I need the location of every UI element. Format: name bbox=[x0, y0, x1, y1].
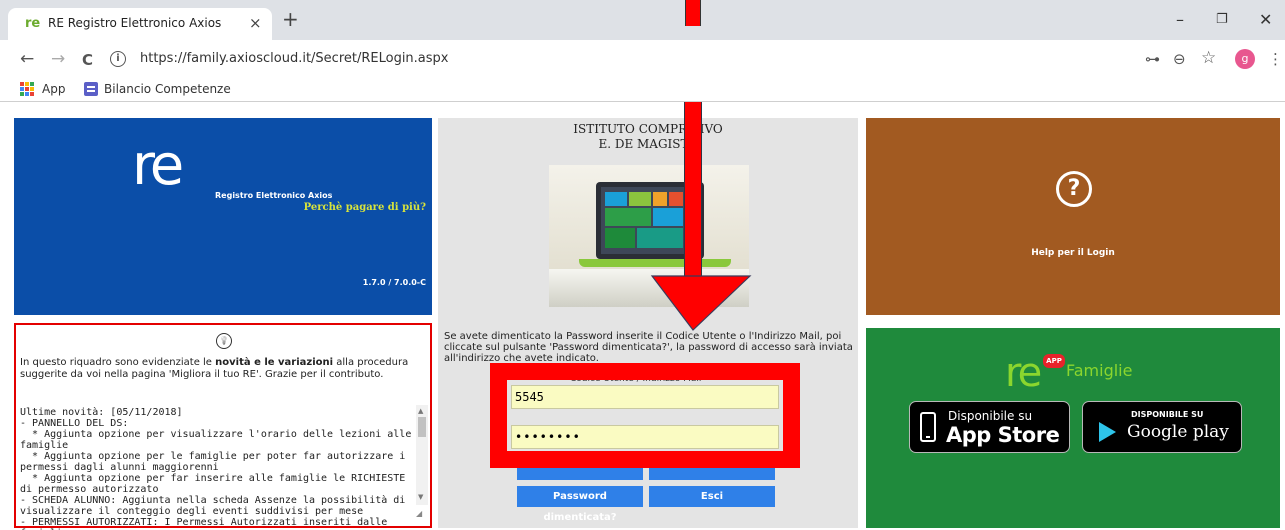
news-highlight: novità e le variazioni bbox=[215, 357, 334, 368]
scroll-thumb[interactable] bbox=[418, 417, 426, 437]
google-play-badge[interactable]: DISPONIBILE SU Google play bbox=[1082, 401, 1242, 453]
forgot-password-instructions: Se avete dimenticato la Password inserit… bbox=[444, 331, 853, 364]
help-login-panel[interactable]: ? Help per il Login bbox=[866, 118, 1280, 315]
re-subtitle: Registro Elettronico Axios bbox=[215, 191, 333, 200]
tab-title: RE Registro Elettronico Axios bbox=[48, 16, 222, 30]
tab-close-icon[interactable]: × bbox=[249, 14, 262, 32]
browser-tab[interactable]: re RE Registro Elettronico Axios × bbox=[8, 8, 272, 40]
minimize-icon[interactable]: – bbox=[1176, 10, 1184, 29]
profile-avatar[interactable]: g bbox=[1235, 49, 1255, 69]
reload-icon[interactable]: C bbox=[82, 50, 93, 70]
resize-grip-icon[interactable]: ◢ bbox=[416, 509, 422, 518]
key-icon[interactable]: ⊶ bbox=[1145, 50, 1160, 68]
app-famiglie-panel: re APP Famiglie Disponibile su App Store… bbox=[866, 328, 1280, 528]
forgot-password-button[interactable]: Password dimenticata? bbox=[517, 486, 643, 523]
new-tab-icon[interactable]: + bbox=[282, 9, 299, 29]
browser-tab-bar: re RE Registro Elettronico Axios × + – ❐… bbox=[0, 0, 1285, 40]
google-play-label: Google play bbox=[1127, 422, 1229, 442]
phone-icon bbox=[920, 412, 936, 442]
news-body: Ultime novità: [05/11/2018] - PANNELLO D… bbox=[20, 407, 412, 530]
user-code-input[interactable] bbox=[511, 385, 779, 409]
star-icon[interactable]: ☆ bbox=[1201, 48, 1216, 68]
bookmark-list-icon[interactable] bbox=[84, 82, 98, 96]
re-favicon-icon: re bbox=[25, 16, 41, 31]
menu-icon[interactable]: ⋮ bbox=[1268, 50, 1283, 68]
login-panel: ISTITUTO COMPRE IVO E. DE MAGISTR Se ave… bbox=[438, 118, 858, 528]
school-title-line-1: ISTITUTO COMPRE IVO bbox=[573, 122, 723, 136]
address-bar[interactable]: https://family.axioscloud.it/Secret/RELo… bbox=[140, 51, 449, 66]
app-store-label: App Store bbox=[946, 423, 1060, 447]
question-icon: ? bbox=[1056, 171, 1092, 207]
app-store-small-text: Disponibile su bbox=[948, 409, 1033, 423]
laptop-image bbox=[549, 165, 749, 307]
secondary-button[interactable] bbox=[649, 459, 775, 480]
app-badge: APP bbox=[1043, 354, 1065, 368]
bookmarks-bar: App Bilancio Competenze bbox=[0, 78, 1285, 102]
bookmark-bilancio-competenze[interactable]: Bilancio Competenze bbox=[104, 82, 231, 96]
zoom-icon[interactable]: ⊖ bbox=[1173, 50, 1186, 68]
re-slogan: Perchè pagare di più? bbox=[303, 202, 426, 213]
version-label: 1.7.0 / 7.0.0-C bbox=[362, 278, 426, 287]
login-field-legend: Codice Utente / Indirizzo Mail bbox=[570, 374, 702, 384]
google-play-small-text: DISPONIBILE SU bbox=[1131, 410, 1204, 419]
apps-grid-icon[interactable] bbox=[20, 82, 34, 96]
re-logo: re bbox=[132, 133, 184, 198]
back-icon[interactable]: ← bbox=[20, 49, 34, 69]
school-title: ISTITUTO COMPRE IVO E. DE MAGISTR bbox=[348, 122, 948, 152]
browser-toolbar: ← → C i https://family.axioscloud.it/Sec… bbox=[0, 40, 1285, 78]
annotation-arrow-shaft-top bbox=[685, 0, 701, 26]
lightbulb-glyph: 💡 bbox=[219, 336, 229, 345]
password-input[interactable] bbox=[511, 425, 779, 449]
school-title-line-2: E. DE MAGISTR bbox=[598, 137, 698, 151]
news-intro: In questo riquadro sono evidenziate le n… bbox=[20, 357, 409, 380]
window-close-icon[interactable]: ✕ bbox=[1259, 10, 1272, 29]
login-button[interactable] bbox=[517, 459, 643, 480]
maximize-icon[interactable]: ❐ bbox=[1216, 12, 1228, 27]
exit-button[interactable]: Esci bbox=[649, 486, 775, 507]
scroll-up-icon[interactable]: ▲ bbox=[418, 407, 423, 415]
annotation-arrow-shaft bbox=[684, 102, 702, 276]
app-name: Famiglie bbox=[1066, 361, 1133, 380]
re-app-logo: re bbox=[1005, 350, 1042, 396]
help-login-label: Help per il Login bbox=[1031, 248, 1115, 258]
news-scrollbar[interactable]: ▲ ▼ bbox=[416, 405, 428, 505]
lightbulb-icon: 💡 bbox=[216, 333, 232, 349]
scroll-down-icon[interactable]: ▼ bbox=[418, 493, 423, 501]
forward-icon[interactable]: → bbox=[51, 49, 65, 69]
info-icon[interactable]: i bbox=[110, 51, 126, 67]
news-panel: 💡 In questo riquadro sono evidenziate le… bbox=[14, 323, 432, 530]
play-icon bbox=[1099, 422, 1116, 442]
app-store-badge[interactable]: Disponibile su App Store bbox=[909, 401, 1070, 453]
bookmark-apps[interactable]: App bbox=[42, 82, 65, 96]
news-textarea[interactable]: Ultime novità: [05/11/2018] - PANNELLO D… bbox=[20, 405, 428, 530]
